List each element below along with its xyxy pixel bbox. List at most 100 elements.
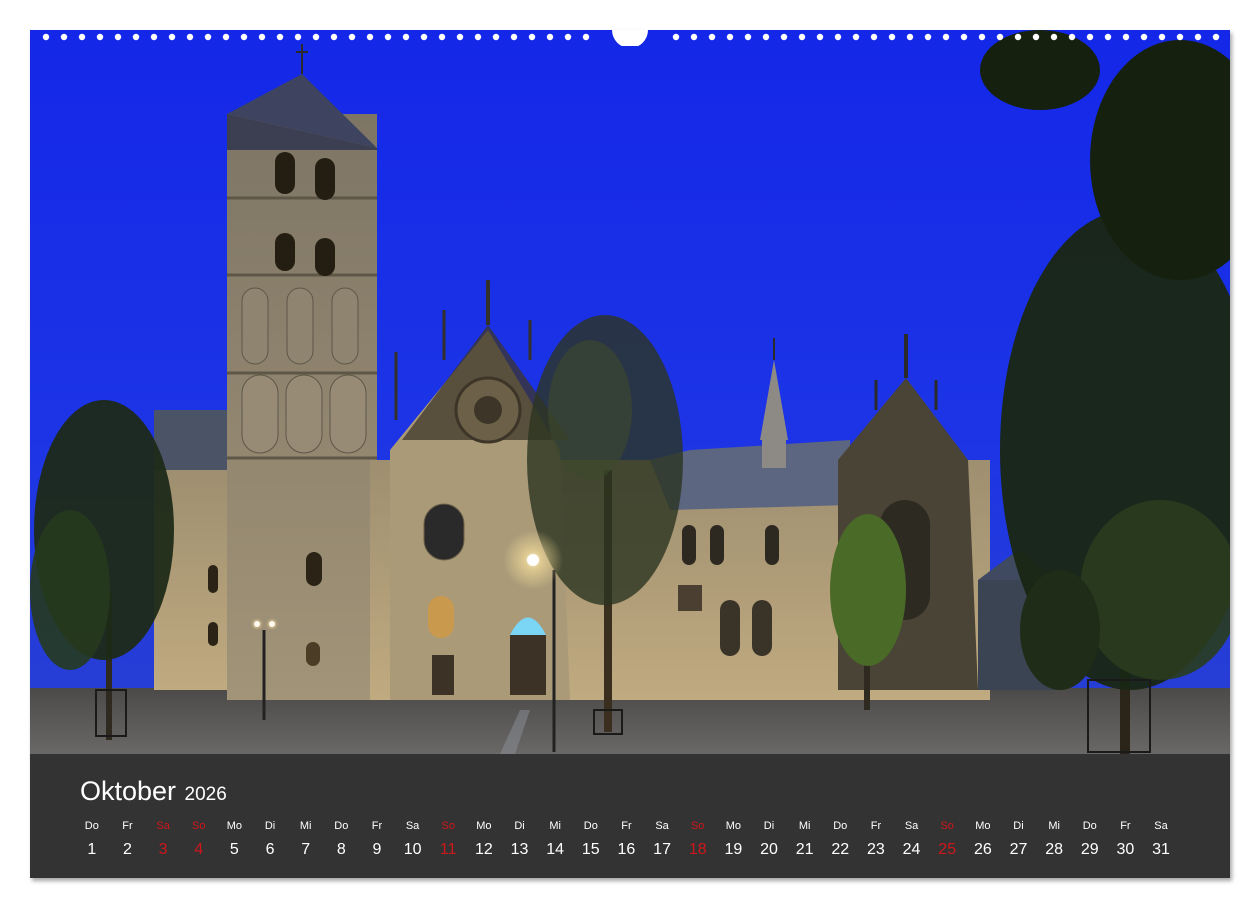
day-number: 18: [688, 841, 707, 858]
weekday-label: Fr: [621, 820, 632, 832]
day-number: 29: [1080, 841, 1099, 858]
calendar-day: Fr 23: [858, 816, 894, 864]
weekday-label: Sa: [156, 820, 170, 832]
calendar-day: Mo 19: [716, 816, 752, 864]
calendar-day: Do 1: [74, 816, 110, 864]
day-number: 30: [1116, 841, 1135, 858]
day-number: 24: [902, 841, 921, 858]
weekday-label: Fr: [371, 820, 383, 832]
calendar-day: Fr 30: [1108, 816, 1144, 864]
weekday-label: Di: [264, 820, 276, 832]
day-grid: Do 1 Fr 2 Sa 3 So 4 Mo 5 Di 6 Mi 7 Do 8 Fr 9 Sa 10 So 11 Mo 12 D…: [74, 816, 1179, 864]
calendar-day: Sa 31: [1143, 816, 1179, 864]
weekday-label: Mo: [476, 820, 492, 832]
calendar-day: Fr 16: [609, 816, 645, 864]
calendar-day: Sa 17: [644, 816, 680, 864]
weekday-label: Sa: [655, 820, 669, 832]
day-number: 1: [87, 841, 97, 858]
calendar-day: Mo 5: [217, 816, 253, 864]
calendar-day: Fr 9: [359, 816, 395, 864]
day-number: 16: [617, 841, 636, 858]
calendar-day: Do 22: [822, 816, 858, 864]
calendar-day: So 25: [929, 816, 965, 864]
calendar-day: Mi 21: [787, 816, 823, 864]
weekday-label: So: [441, 820, 455, 832]
weekday-label: So: [940, 820, 954, 832]
day-number: 5: [229, 841, 239, 858]
weekday-label: Mo: [226, 820, 243, 832]
day-number: 27: [1009, 841, 1028, 858]
calendar-day: Mi 28: [1036, 816, 1072, 864]
day-number: 8: [336, 841, 346, 858]
weekday-label: Do: [583, 820, 598, 832]
calendar-day: Sa 10: [395, 816, 431, 864]
day-number: 14: [546, 841, 565, 858]
day-number: 15: [581, 841, 600, 858]
weekday-label: Do: [833, 820, 848, 832]
weekday-label: Do: [1082, 820, 1097, 832]
day-number: 3: [158, 841, 168, 858]
calendar-day: Sa 24: [894, 816, 930, 864]
calendar-strip: Oktober 2026 Do 1 Fr 2 Sa 3 So 4 Mo 5 Di 6 Mi 7 Do 8 Fr 9…: [30, 754, 1230, 878]
calendar-page: [30, 30, 1230, 878]
weekday-label: Fr: [870, 820, 882, 832]
calendar-day: Mi 7: [288, 816, 324, 864]
calendar-day: Mo 12: [466, 816, 502, 864]
calendar-day: Do 8: [323, 816, 359, 864]
calendar-day: Do 15: [573, 816, 609, 864]
weekday-label: So: [690, 820, 705, 832]
day-number: 19: [724, 841, 743, 858]
cathedral-photo: [30, 30, 1230, 754]
day-number: 23: [867, 841, 885, 858]
month-name: Oktober: [80, 776, 177, 806]
weekday-label: Mi: [798, 820, 811, 832]
calendar-day: So 4: [181, 816, 217, 864]
weekday-label: So: [192, 820, 206, 832]
weekday-label: Mi: [1048, 820, 1060, 832]
day-number: 9: [372, 841, 382, 858]
calendar-day: Di 6: [252, 816, 288, 864]
day-number: 4: [194, 841, 204, 858]
calendar-day: Sa 3: [145, 816, 181, 864]
day-number: 17: [653, 841, 671, 858]
weekday-label: Di: [763, 820, 775, 832]
calendar-day: Fr 2: [110, 816, 146, 864]
weekday-label: Mi: [299, 820, 312, 832]
cathedral-tower-icon: [227, 44, 377, 700]
day-number: 26: [973, 841, 992, 858]
day-number: 25: [938, 841, 957, 858]
calendar-day: So 11: [430, 816, 466, 864]
day-number: 12: [474, 841, 493, 858]
weekday-label: Sa: [1154, 820, 1168, 832]
day-number: 20: [760, 841, 778, 858]
day-number: 7: [301, 841, 311, 858]
calendar-day: Do 29: [1072, 816, 1108, 864]
weekday-label: Di: [514, 820, 525, 832]
calendar-day: Di 27: [1001, 816, 1037, 864]
month-title: Oktober 2026: [80, 776, 227, 807]
day-number: 28: [1045, 841, 1064, 858]
weekday-label: Sa: [405, 820, 420, 832]
day-number: 6: [265, 841, 275, 858]
day-number: 10: [403, 841, 422, 858]
weekday-label: Do: [84, 820, 99, 832]
day-number: 21: [795, 841, 814, 858]
day-number: 13: [510, 841, 529, 858]
weekday-label: Mo: [975, 820, 991, 832]
calendar-day: Mi 14: [537, 816, 573, 864]
calendar-day: Mo 26: [965, 816, 1001, 864]
weekday-label: Fr: [122, 820, 133, 832]
weekday-label: Mi: [549, 820, 561, 832]
calendar-day: Di 20: [751, 816, 787, 864]
day-number: 22: [831, 841, 850, 858]
day-number: 31: [1152, 841, 1170, 858]
day-number: 11: [439, 841, 457, 858]
calendar-day: Di 13: [502, 816, 538, 864]
weekday-label: Di: [1013, 820, 1024, 832]
day-number: 2: [123, 841, 132, 858]
weekday-label: Sa: [904, 820, 919, 832]
weekday-label: Mo: [725, 820, 741, 832]
calendar-day: So 18: [680, 816, 716, 864]
weekday-label: Fr: [1120, 820, 1131, 832]
year-label: 2026: [184, 784, 227, 805]
